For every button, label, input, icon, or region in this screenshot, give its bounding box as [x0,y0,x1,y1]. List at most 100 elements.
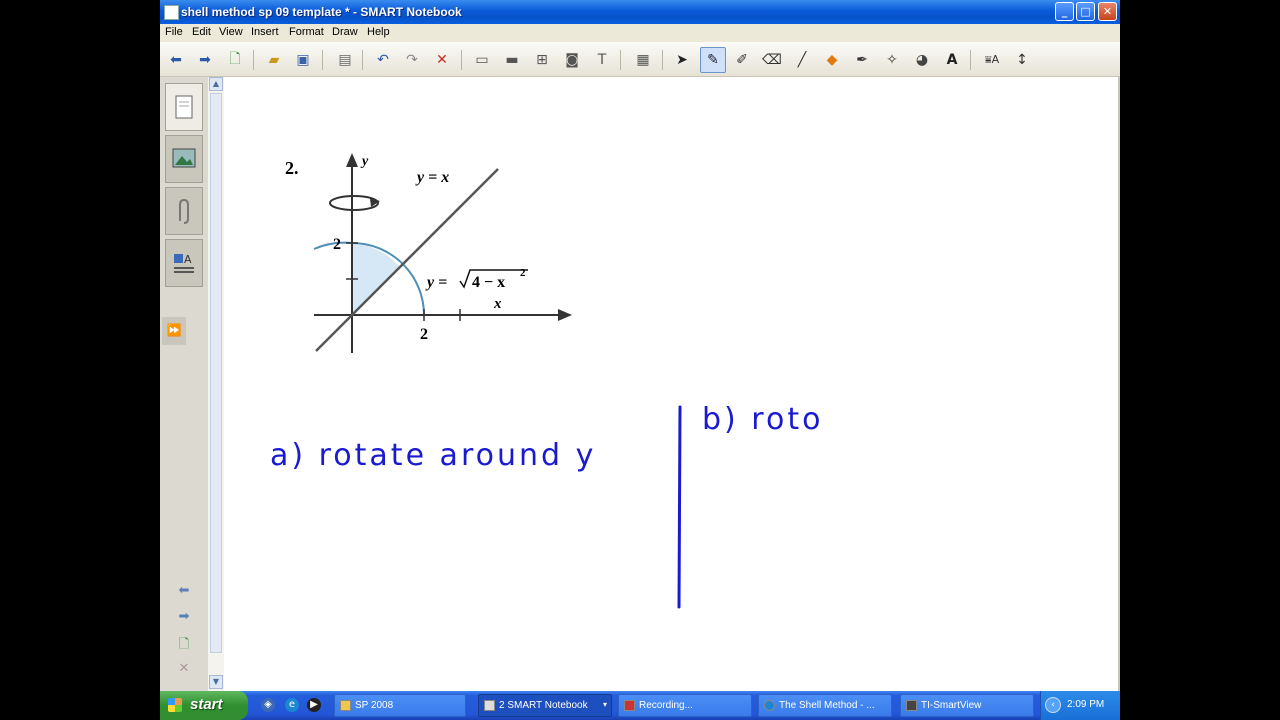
menu-view[interactable]: View [219,26,243,38]
eraser-icon[interactable]: ⌫ [762,50,782,70]
main-toolbar: ⬅ ➡ 🗋 ▰ ▣ ▤ ↶ ↷ ✕ ▭ ▬ ⊞ ◙ T ▦ ➤ ✎ ✐ ⌫ ╱ … [160,42,1120,77]
handwriting-part-a: a) rotate around y [270,438,596,473]
internet-explorer-icon[interactable]: e [285,698,299,712]
vertical-scrollbar[interactable]: ▲ ▼ [208,77,224,691]
add-page-icon[interactable]: 🗋 [174,635,194,653]
y-tick-label: 2 [333,236,341,253]
scroll-thumb[interactable] [210,93,222,653]
gallery-tab[interactable] [165,135,203,183]
table-icon[interactable]: ▦ [633,50,653,70]
properties-icon[interactable]: T [592,50,612,70]
properties-tab[interactable]: A [165,239,203,287]
browser-icon [764,700,775,711]
title-bar[interactable]: shell method sp 09 template * - SMART No… [160,0,1120,24]
menu-draw[interactable]: Draw [332,26,358,38]
save-icon[interactable]: ▣ [293,50,313,70]
maximize-button[interactable]: □ [1076,2,1095,21]
problem-number: 2. [285,158,299,178]
shape-icon[interactable]: ◆ [822,50,842,70]
text-icon[interactable]: A [942,50,962,70]
toolbar-separator [461,50,462,70]
next-page-icon[interactable]: ➡ [174,609,194,627]
page-content: 2. y x y = x 2 2 y = 4 − x 2 a) rotate a… [270,153,823,609]
select-icon[interactable]: ➤ [672,50,692,70]
menu-file[interactable]: File [165,26,183,38]
whiteboard-canvas[interactable]: 2. y x y = x 2 2 y = 4 − x 2 a) rotate a… [224,77,1118,691]
expand-panel-icon[interactable]: ⏩ [162,317,186,345]
line-label: y = x [415,169,449,186]
task-sp-2008[interactable]: SP 2008 [334,694,466,717]
delete-page-icon[interactable]: ✕ [174,661,194,679]
clock[interactable]: 2:09 PM [1067,699,1104,710]
menu-help[interactable]: Help [367,26,390,38]
curve-label-exponent: 2 [520,267,526,279]
minimize-button[interactable]: _ [1055,2,1074,21]
scroll-down-icon[interactable]: ▼ [209,675,223,689]
toolbar-separator [662,50,663,70]
toolbar-separator [620,50,621,70]
open-icon[interactable]: ▰ [264,50,284,70]
screen-shade-icon[interactable]: ▭ [472,50,492,70]
menu-format[interactable]: Format [289,26,324,38]
svg-text:A: A [184,253,192,266]
menu-bar: File Edit View Insert Format Draw Help [160,24,1120,42]
task-shell-method[interactable]: The Shell Method - ... [758,694,892,717]
move-toolbar-icon[interactable]: ↕ [1012,50,1032,70]
paste-icon[interactable]: ▤ [335,50,355,70]
back-icon[interactable]: ⬅ [166,50,186,70]
divider-ink-line [677,405,682,609]
pen-icon[interactable]: ✎ [700,47,726,73]
close-button[interactable]: ✕ [1098,2,1117,21]
toolbar-separator [362,50,363,70]
task-ti-smartview[interactable]: TI-SmartView [900,694,1034,717]
show-hidden-icons-icon[interactable]: ‹ [1045,697,1061,713]
x-axis-arrow [558,309,572,321]
scroll-up-icon[interactable]: ▲ [209,77,223,91]
attachments-tab[interactable] [165,187,203,235]
redo-icon[interactable]: ↷ [402,50,422,70]
attachments-icon [179,198,189,224]
group-arrow-icon: ▾ [602,700,607,709]
previous-page-icon[interactable]: ⬅ [174,583,194,601]
task-recording[interactable]: Recording... [618,694,752,717]
right-edge [1118,77,1120,691]
windows-logo-icon [168,698,182,712]
side-tab-panel: A ⏩ ⬅ ➡ 🗋 ✕ [160,77,209,691]
properties-icon: A [174,253,194,273]
start-label: start [190,696,223,713]
page-sorter-tab[interactable] [165,83,203,131]
toolbar-separator [970,50,971,70]
shaded-region [352,243,400,315]
media-player-icon[interactable]: ▶ [307,698,321,712]
screen-capture-icon[interactable]: ◙ [562,50,582,70]
recording-icon [624,700,635,711]
quick-launch-icon[interactable]: ◈ [261,698,275,712]
notebook-icon [484,700,495,711]
window-title: shell method sp 09 template * - SMART No… [181,5,462,19]
undo-icon[interactable]: ↶ [373,50,393,70]
handwriting-part-b: b) roto [702,402,823,437]
task-label: 2 SMART Notebook [499,700,588,711]
curve-label-prefix: y = [425,274,447,291]
smart-notebook-window: shell method sp 09 template * - SMART No… [160,0,1120,720]
menu-edit[interactable]: Edit [192,26,211,38]
line-icon[interactable]: ╱ [792,50,812,70]
dual-page-icon[interactable]: ⊞ [532,50,552,70]
full-screen-icon[interactable]: ▬ [502,50,522,70]
shape-recognition-icon[interactable]: ✧ [882,50,902,70]
page-sorter-icon [175,95,193,119]
start-button[interactable]: start [160,691,248,720]
creative-pen-icon[interactable]: ✐ [732,50,752,70]
delete-icon[interactable]: ✕ [432,50,452,70]
x-tick-label: 2 [420,326,428,343]
task-label: SP 2008 [355,700,394,711]
task-smart-notebook[interactable]: 2 SMART Notebook ▾ [478,694,612,717]
curve-label-radicand: 4 − x [472,274,505,291]
toolbar-separator [322,50,323,70]
magic-pen-icon[interactable]: ✒ [852,50,872,70]
forward-icon[interactable]: ➡ [195,50,215,70]
menu-insert[interactable]: Insert [251,26,279,38]
add-page-icon[interactable]: 🗋 [225,50,245,70]
fill-icon[interactable]: ◕ [912,50,932,70]
font-icon[interactable]: ⩸A [982,50,1002,70]
